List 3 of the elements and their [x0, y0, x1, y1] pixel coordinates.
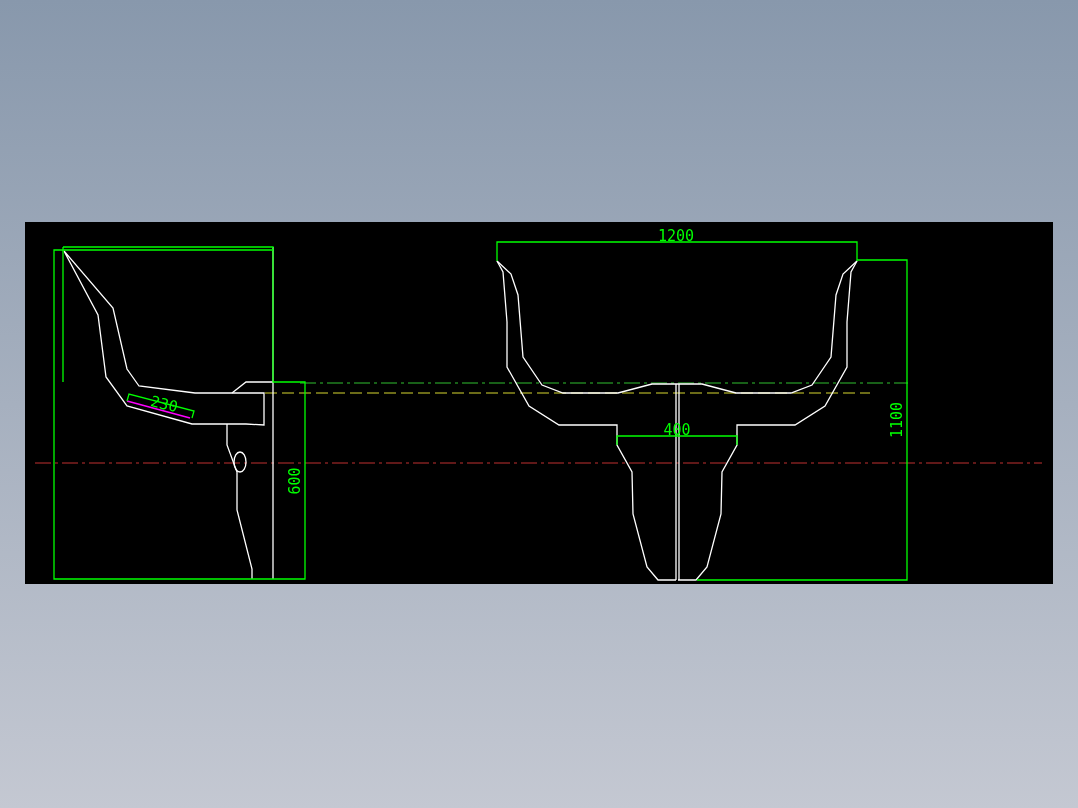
dimension-label: 1100: [888, 401, 906, 439]
dimension-label: 600: [286, 467, 304, 495]
dimension-label: 1200: [657, 227, 695, 245]
